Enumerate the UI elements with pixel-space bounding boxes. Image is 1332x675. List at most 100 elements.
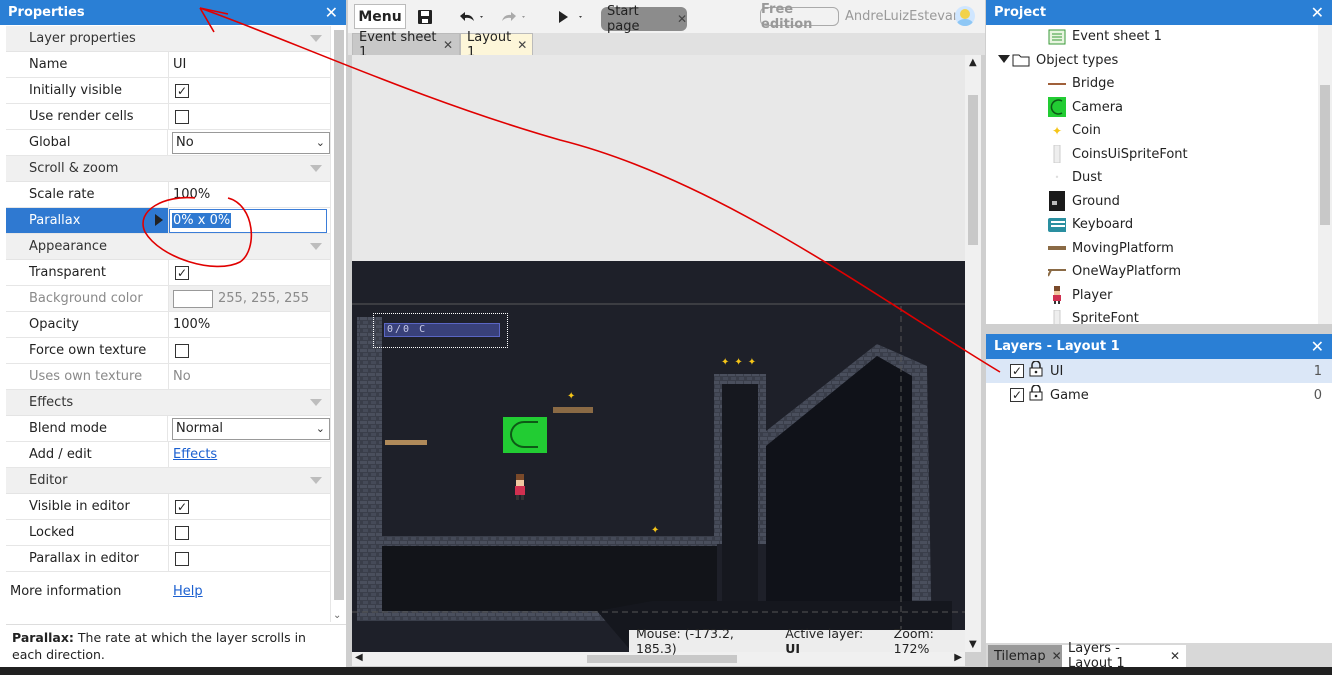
expand-triangle-icon[interactable] — [998, 54, 1010, 63]
project-tree-item[interactable]: Bridge — [986, 72, 1316, 96]
property-row: Name UI — [6, 52, 330, 78]
project-tree-item[interactable]: SpriteFont — [986, 307, 1316, 324]
folder-icon — [1012, 51, 1030, 69]
oneway-platform[interactable] — [385, 440, 427, 445]
project-tree-item[interactable]: CoinsUiSpriteFont — [986, 143, 1316, 167]
redo-icon[interactable] — [496, 4, 530, 29]
property-checkbox[interactable]: ✓ — [175, 83, 189, 98]
status-bar: Mouse: (-173.2, 185.3) Active layer: UI … — [629, 626, 965, 656]
project-tree-item[interactable]: Object types — [986, 49, 1316, 73]
section-header[interactable]: Layer properties — [6, 26, 330, 52]
close-icon[interactable]: ✕ — [517, 38, 527, 52]
close-icon[interactable]: ✕ — [1052, 649, 1062, 663]
scrollbar-thumb[interactable] — [1320, 85, 1330, 225]
free-edition-badge[interactable]: Free edition — [760, 2, 839, 32]
menu-button[interactable]: Menu — [354, 4, 406, 29]
project-tree-item[interactable]: OneWayPlatform — [986, 260, 1316, 284]
project-tree-item[interactable]: • Dust — [986, 166, 1316, 190]
project-tree-item[interactable]: Camera — [986, 96, 1316, 120]
project-tree-item[interactable]: Keyboard — [986, 213, 1316, 237]
close-icon[interactable]: ✕ — [1170, 649, 1180, 663]
collapse-icon[interactable] — [310, 243, 322, 250]
lock-icon[interactable] — [1029, 384, 1043, 405]
layer-visible-checkbox[interactable]: ✓ — [1010, 364, 1024, 378]
property-value[interactable]: 100% — [173, 187, 210, 202]
project-tree-item[interactable]: Ground — [986, 190, 1316, 214]
color-swatch[interactable] — [173, 289, 213, 308]
moving-platform[interactable] — [553, 407, 593, 413]
close-icon[interactable]: ✕ — [1311, 3, 1324, 22]
property-checkbox[interactable] — [175, 109, 189, 124]
property-checkbox[interactable] — [175, 343, 189, 358]
chevron-down-icon[interactable]: ⌄ — [333, 610, 341, 621]
game-scene[interactable]: 0/0 C ✦ ✦✦✦ ✦ — [352, 261, 965, 652]
lock-icon[interactable] — [1029, 360, 1043, 381]
close-icon[interactable]: ✕ — [677, 12, 687, 26]
section-header[interactable]: Appearance — [6, 234, 330, 260]
ground-icon — [1048, 191, 1066, 212]
properties-scrollbar[interactable]: ⌄ — [330, 26, 346, 622]
property-value[interactable]: UI — [173, 57, 186, 72]
close-icon[interactable]: ✕ — [443, 38, 453, 52]
property-checkbox[interactable]: ✓ — [175, 499, 189, 514]
expand-arrow-icon[interactable] — [155, 214, 163, 226]
preview-play-icon[interactable] — [552, 4, 588, 29]
property-value[interactable]: 100% — [173, 317, 210, 332]
scrollbar-thumb[interactable] — [587, 655, 737, 663]
collapse-icon[interactable] — [310, 165, 322, 172]
scrollbar-thumb[interactable] — [968, 95, 978, 245]
layer-row[interactable]: ✓ Game 0 — [986, 383, 1332, 407]
chevron-left-icon[interactable]: ◀ — [355, 652, 363, 663]
property-select[interactable]: Normal ⌄ — [172, 417, 330, 440]
effects-link[interactable]: Effects — [173, 447, 217, 462]
undo-icon[interactable] — [454, 4, 488, 29]
collapse-icon[interactable] — [310, 35, 322, 42]
project-tree-item[interactable]: ✦ Coin — [986, 119, 1316, 143]
property-checkbox[interactable] — [175, 551, 189, 566]
avatar[interactable] — [955, 6, 975, 26]
parallax-input[interactable]: 0% x 0% — [169, 208, 327, 233]
tab-start-page[interactable]: Start page ✕ — [601, 4, 687, 34]
project-scrollbar[interactable] — [1318, 25, 1332, 324]
player-sprite[interactable] — [513, 474, 527, 500]
section-header[interactable]: Effects — [6, 390, 330, 416]
help-link[interactable]: Help — [169, 584, 203, 599]
coin-sprite[interactable]: ✦ — [567, 391, 575, 402]
selection-box[interactable] — [373, 313, 508, 348]
collapse-icon[interactable] — [310, 477, 322, 484]
color-value: 255, 255, 255 — [218, 291, 309, 306]
tab-layers-layout-1[interactable]: Layers - Layout 1 ✕ — [1062, 641, 1186, 671]
layer-visible-checkbox[interactable]: ✓ — [1010, 388, 1024, 402]
section-header[interactable]: Editor — [6, 468, 330, 494]
project-tree: Event sheet 1 Object types Bridge Camera ✦ Co… — [986, 25, 1316, 324]
coin-sprites[interactable]: ✦✦✦ — [721, 357, 761, 368]
username[interactable]: AndreLuizEstevam — [845, 9, 966, 24]
close-icon[interactable]: ✕ — [1311, 337, 1324, 356]
collapse-icon[interactable] — [310, 399, 322, 406]
layout-vertical-scrollbar[interactable]: ▲ ▼ — [965, 55, 981, 652]
section-label: Effects — [29, 395, 74, 410]
camera-object[interactable] — [503, 417, 547, 453]
property-select[interactable]: No ⌄ — [172, 131, 330, 154]
property-checkbox[interactable] — [175, 525, 189, 540]
project-tree-item[interactable]: MovingPlatform — [986, 237, 1316, 261]
scrollbar-thumb[interactable] — [334, 30, 344, 600]
layout-view[interactable]: 0/0 C ✦ ✦✦✦ ✦ — [352, 55, 965, 652]
start-page-label: Start page — [607, 4, 640, 34]
chevron-down-icon[interactable]: ▼ — [969, 639, 977, 650]
project-tree-item[interactable]: Event sheet 1 — [986, 25, 1316, 49]
layer-row[interactable]: ✓ UI 1 — [986, 359, 1332, 383]
document-tabs: Event sheet 1 ✕ Layout 1 ✕ — [348, 30, 985, 60]
property-value[interactable]: No — [173, 369, 191, 384]
save-icon[interactable] — [414, 4, 436, 29]
project-tree-item[interactable]: Player — [986, 284, 1316, 308]
tab-tilemap[interactable]: Tilemap ✕ — [988, 645, 1062, 667]
section-header[interactable]: Scroll & zoom — [6, 156, 330, 182]
layer-name: Game — [1050, 387, 1089, 403]
close-icon[interactable]: ✕ — [325, 3, 338, 22]
tab-event-sheet-1[interactable]: Event sheet 1 ✕ — [352, 30, 460, 60]
chevron-up-icon[interactable]: ▲ — [969, 57, 977, 68]
coin-sprite[interactable]: ✦ — [651, 525, 659, 536]
property-checkbox[interactable]: ✓ — [175, 265, 189, 280]
tab-layout-1[interactable]: Layout 1 ✕ — [460, 30, 533, 60]
